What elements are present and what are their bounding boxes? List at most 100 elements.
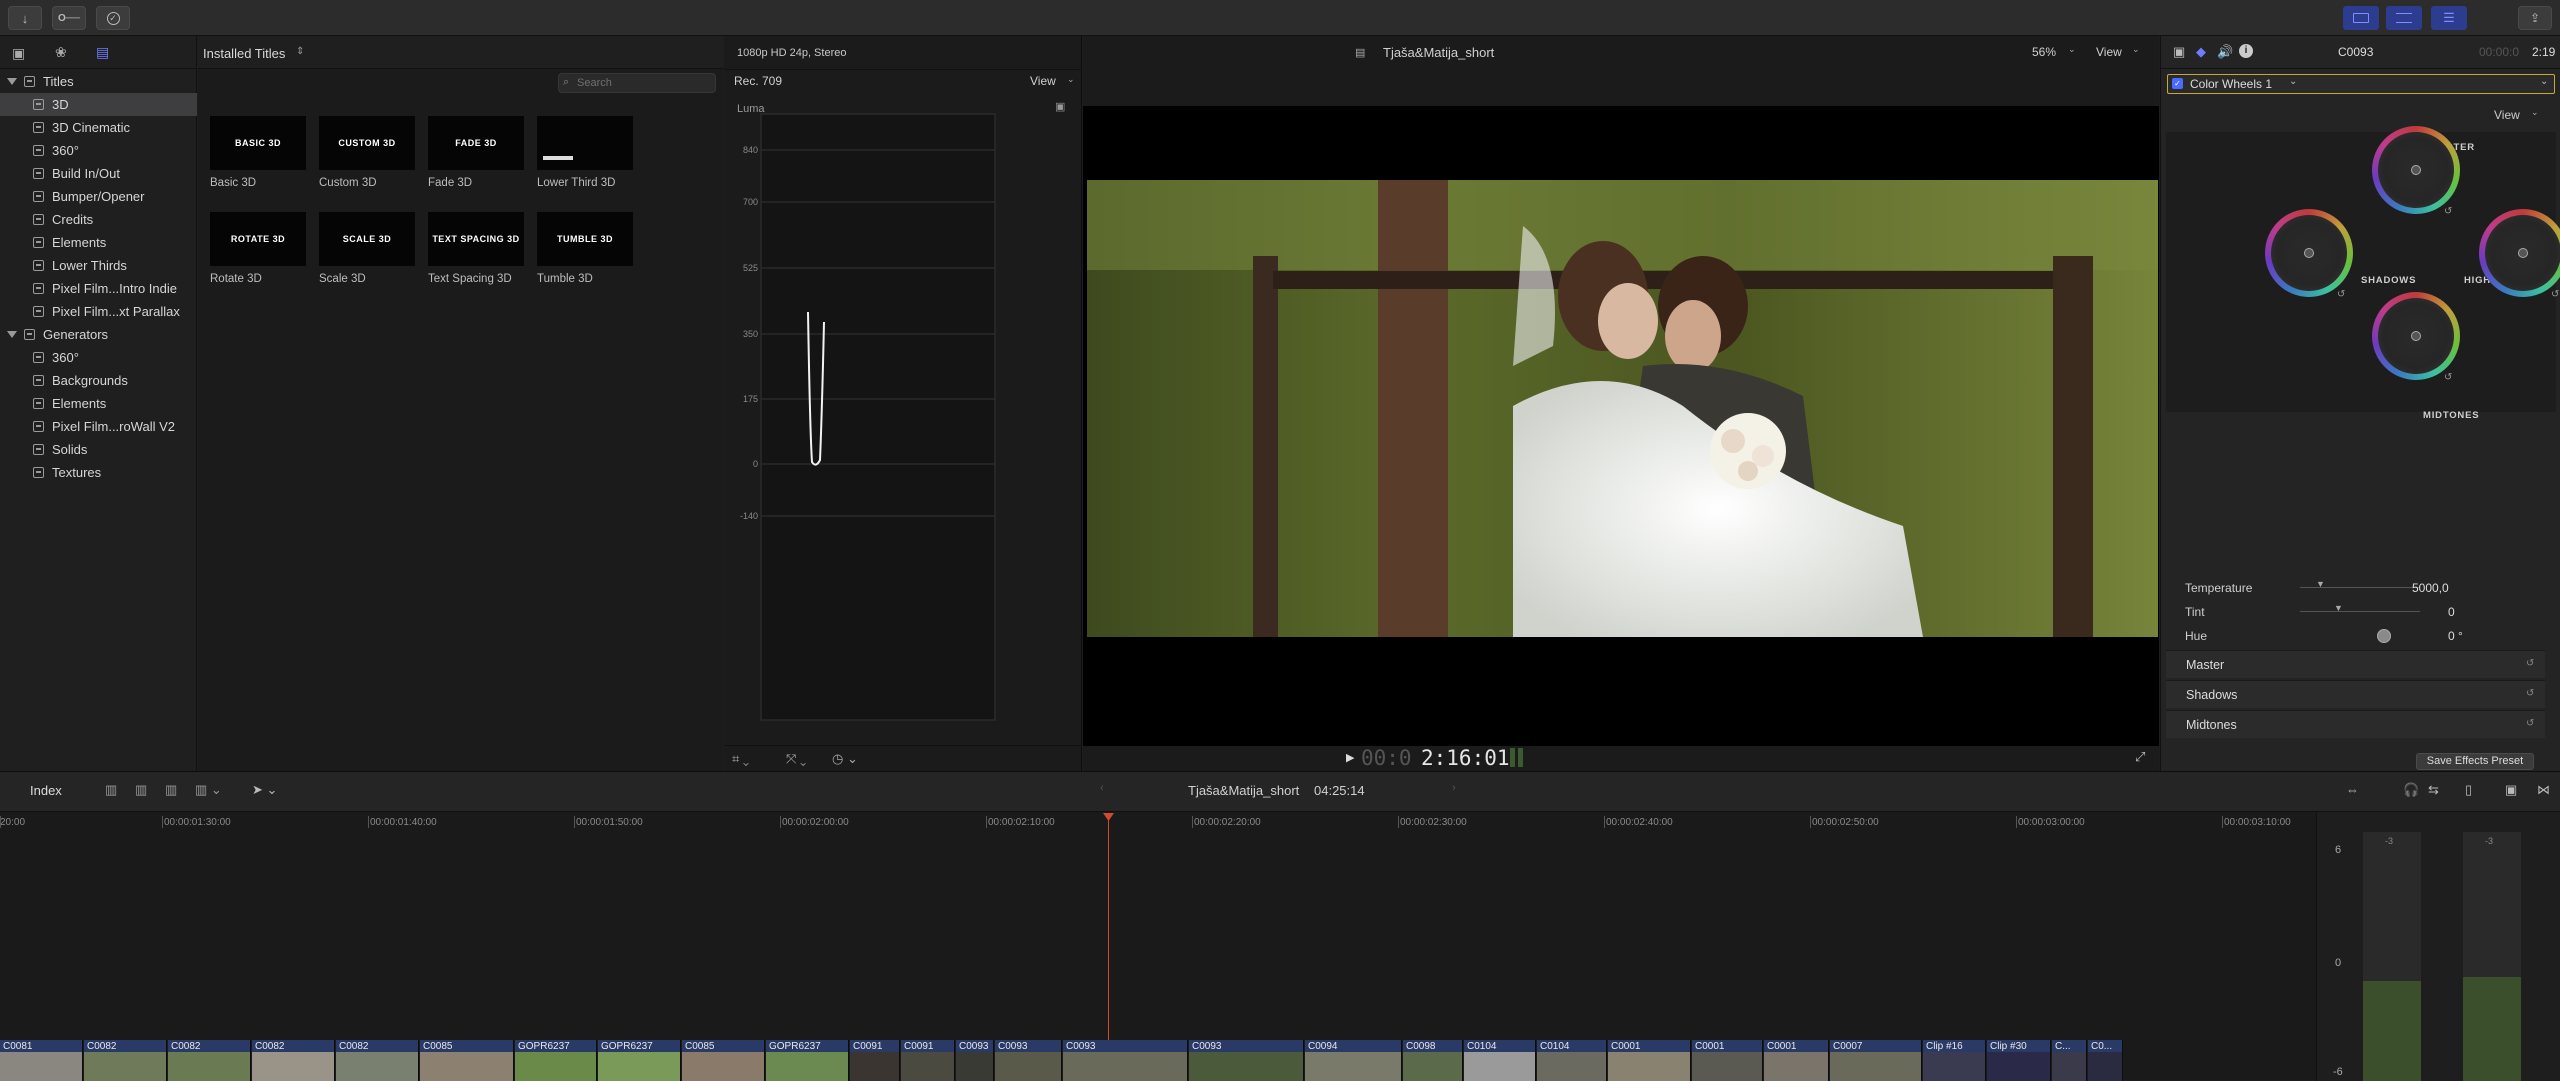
search-input[interactable]: ⌕ Search <box>558 73 716 93</box>
effects-browser-icon[interactable]: ❀ <box>55 44 67 61</box>
timeline-clip[interactable]: Clip #30 <box>1987 1040 2051 1081</box>
wheel-puck[interactable] <box>2411 331 2421 341</box>
forward-arrow-icon[interactable]: › <box>1452 782 1456 794</box>
timeline-clip[interactable]: C0082 <box>168 1040 251 1081</box>
sidebar-item[interactable]: Textures <box>0 461 197 484</box>
wheel-puck[interactable] <box>2304 248 2314 258</box>
title-thumbnail[interactable]: ROTATE 3D <box>210 212 306 266</box>
transform-icon[interactable]: ⤧ ⌄ <box>786 751 806 767</box>
timeline-clip[interactable]: C0093 <box>995 1040 1062 1081</box>
sidebar-item[interactable]: Backgrounds <box>0 369 197 392</box>
snapping-icon[interactable]: ▯ <box>2465 782 2472 798</box>
import-button[interactable]: ↓ <box>8 6 42 30</box>
zoom-menu[interactable]: 56% <box>2032 45 2056 59</box>
title-thumbnail[interactable]: TUMBLE 3D <box>537 212 633 266</box>
wheel-puck[interactable] <box>2518 248 2528 258</box>
highlights-color-wheel[interactable]: ↺ <box>2479 209 2560 300</box>
title-thumbnail[interactable]: TEXT SPACING 3D <box>428 212 524 266</box>
index-button[interactable]: Index <box>30 783 62 798</box>
sidebar-item[interactable]: 360° <box>0 346 197 369</box>
show-browser-button[interactable] <box>2343 6 2379 30</box>
hue-value[interactable]: 0 ° <box>2448 629 2463 643</box>
timeline-clip[interactable]: C0091 <box>850 1040 900 1081</box>
info-icon[interactable]: i <box>2239 44 2253 58</box>
sidebar-item[interactable]: Credits <box>0 208 197 231</box>
sidebar-item[interactable]: 3D Cinematic <box>0 116 197 139</box>
reset-icon[interactable]: ↺ <box>2526 718 2534 729</box>
video-frame[interactable] <box>1083 106 2159 746</box>
keywords-button[interactable]: O── <box>52 6 86 30</box>
audio-inspector-icon[interactable]: 🔊 <box>2217 44 2233 60</box>
timeline-clip[interactable]: C0093 <box>956 1040 994 1081</box>
sidebar-item[interactable]: 3D <box>0 93 197 116</box>
timeline-clip[interactable]: C0007 <box>1830 1040 1922 1081</box>
reset-icon[interactable]: ↺ <box>2526 688 2534 699</box>
show-inspector-button[interactable]: ☰ <box>2431 6 2467 30</box>
title-thumbnail[interactable]: BASIC 3D <box>210 116 306 170</box>
tint-value[interactable]: 0 <box>2448 605 2455 619</box>
sidebar-item[interactable]: Solids <box>0 438 197 461</box>
effect-selector[interactable]: ✓ Color Wheels 1 ⌄ ⌄ <box>2167 74 2555 94</box>
timeline-clip[interactable]: C0104 <box>1537 1040 1607 1081</box>
fullscreen-icon[interactable]: ⤢ <box>2135 749 2145 765</box>
overwrite-clip-icon[interactable]: ▥ ⌄ <box>195 782 222 798</box>
title-thumbnail[interactable] <box>537 116 633 170</box>
sidebar-group-generators[interactable]: Generators <box>0 323 197 346</box>
timeline-clip[interactable]: C0001 <box>1692 1040 1763 1081</box>
viewer-view-menu[interactable]: View <box>2096 45 2122 59</box>
sidebar-item[interactable]: Bumper/Opener <box>0 185 197 208</box>
timeline-clip[interactable]: C0093 <box>1189 1040 1304 1081</box>
crop-icon[interactable]: ⌗ ⌄ <box>732 751 749 767</box>
headphones-icon[interactable]: 🎧 <box>2403 782 2419 798</box>
shadows-color-wheel[interactable]: ↺ <box>2265 209 2353 300</box>
browser-title[interactable]: Installed Titles <box>203 46 285 61</box>
insert-clip-icon[interactable]: ▥ <box>135 782 147 798</box>
timeline-clip[interactable]: C0081 <box>0 1040 83 1081</box>
timeline-index-icon[interactable]: ▣ <box>2505 782 2517 798</box>
color-inspector-icon[interactable]: ◆ <box>2196 44 2206 60</box>
wheels-view-menu[interactable]: View <box>2494 108 2520 122</box>
disclosure-triangle-icon[interactable] <box>7 331 17 338</box>
midtones-section[interactable]: Midtones ↺ <box>2166 710 2545 738</box>
sidebar-item[interactable]: Pixel Film...Intro Indie <box>0 277 197 300</box>
titles-generators-icon[interactable]: ▤ <box>96 44 109 61</box>
show-timeline-button[interactable] <box>2386 6 2422 30</box>
sidebar-item[interactable]: Pixel Film...xt Parallax <box>0 300 197 323</box>
timeline-clip[interactable]: C0001 <box>1764 1040 1829 1081</box>
play-icon[interactable]: ▶ <box>1346 751 1354 764</box>
clip-appearance-icon[interactable]: ⇔ <box>2346 782 2359 797</box>
sidebar-item[interactable]: Elements <box>0 392 197 415</box>
sidebar-item[interactable]: Pixel Film...roWall V2 <box>0 415 197 438</box>
tint-slider[interactable] <box>2300 611 2420 612</box>
disclosure-triangle-icon[interactable] <box>7 78 17 85</box>
back-arrow-icon[interactable]: ‹ <box>1100 782 1104 794</box>
speed-icon[interactable]: ◷ ⌄ <box>832 751 858 767</box>
timeline-clip[interactable]: C0... <box>2088 1040 2123 1081</box>
title-thumbnail[interactable]: FADE 3D <box>428 116 524 170</box>
temperature-value[interactable]: 5000,0 <box>2412 581 2449 595</box>
timeline-clip[interactable]: C0085 <box>682 1040 765 1081</box>
effects-browser-toggle-icon[interactable]: ⋈ <box>2537 782 2550 798</box>
slider-thumb-icon[interactable]: ▼ <box>2334 603 2343 613</box>
sidebar-item[interactable]: Elements <box>0 231 197 254</box>
timeline-clip[interactable]: GOPR6237 <box>515 1040 597 1081</box>
timeline-clip[interactable]: C0104 <box>1464 1040 1536 1081</box>
midtones-color-wheel[interactable]: ↺ <box>2372 292 2460 383</box>
sidebar-item[interactable]: 360° <box>0 139 197 162</box>
timeline-clip[interactable]: C... <box>2052 1040 2087 1081</box>
reset-icon[interactable]: ↺ <box>2337 289 2345 300</box>
hue-dial[interactable] <box>2377 629 2391 643</box>
timeline-clip[interactable]: C0082 <box>252 1040 335 1081</box>
timeline-clip[interactable]: GOPR6237 <box>766 1040 849 1081</box>
reset-icon[interactable]: ↺ <box>2526 658 2534 669</box>
timeline-clip[interactable]: C0082 <box>336 1040 419 1081</box>
timeline-clip[interactable]: GOPR6237 <box>598 1040 681 1081</box>
timeline-clip[interactable]: C0001 <box>1608 1040 1691 1081</box>
audio-skimming-icon[interactable]: ⇆ <box>2428 782 2439 798</box>
reset-icon[interactable]: ↺ <box>2444 372 2452 383</box>
wheel-puck[interactable] <box>2411 165 2421 175</box>
sidebar-item[interactable]: Build In/Out <box>0 162 197 185</box>
master-color-wheel[interactable]: ↺ <box>2372 126 2460 217</box>
share-button[interactable]: ⇪ <box>2518 6 2552 30</box>
video-inspector-icon[interactable]: ▣ <box>2173 44 2185 60</box>
